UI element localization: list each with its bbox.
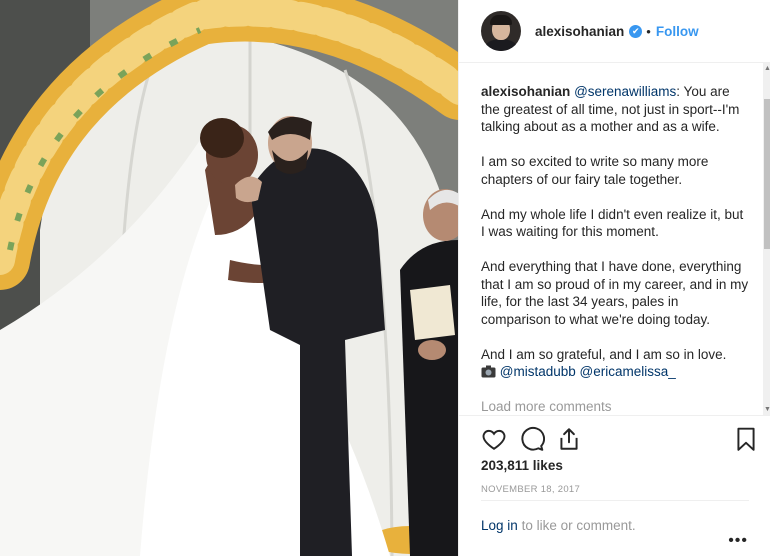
footer-divider (481, 500, 749, 501)
login-prompt: Log in to like or comment. (481, 518, 636, 533)
caption-author-link[interactable]: alexisohanian (481, 84, 570, 99)
scroll-up-arrow-icon[interactable]: ▲ (764, 65, 770, 72)
bookmark-icon[interactable] (733, 426, 759, 452)
post-caption: alexisohanian @serenawilliams: You are t… (481, 83, 749, 383)
comments-scrollbar[interactable]: ▲ ▼ (763, 63, 770, 415)
avatar-body (484, 39, 518, 51)
post-actions (459, 415, 770, 455)
login-prompt-text: to like or comment. (521, 518, 636, 533)
caption-paragraph-1: alexisohanian @serenawilliams: You are t… (481, 83, 749, 136)
caption-paragraph-3: And my whole life I didn't even realize … (481, 206, 744, 240)
header-separator: • (646, 23, 651, 39)
comment-icon[interactable] (519, 426, 545, 452)
post-date[interactable]: NOVEMBER 18, 2017 (481, 484, 580, 495)
scrollbar-thumb[interactable] (764, 99, 770, 249)
verified-badge-icon: ✔ (629, 24, 643, 38)
comments-area[interactable]: alexisohanian @serenawilliams: You are t… (459, 63, 770, 415)
credit-mention-1[interactable]: @mistadubb (500, 364, 576, 379)
caption-text-5: And I am so grateful, and I am so in lov… (481, 346, 727, 362)
heart-icon[interactable] (481, 426, 507, 452)
post-photo[interactable] (0, 0, 458, 556)
camera-icon (481, 365, 496, 383)
share-icon[interactable] (556, 426, 582, 452)
load-more-comments-button[interactable]: Load more comments (481, 399, 612, 414)
caption-paragraph-5: And I am so grateful, and I am so in lov… (481, 346, 749, 383)
likes-count[interactable]: 203,811 likes (481, 458, 563, 473)
avatar[interactable] (481, 11, 521, 51)
username-link[interactable]: alexisohanian (535, 24, 624, 39)
caption-paragraph-4: And everything that I have done, everyth… (481, 259, 749, 327)
follow-button[interactable]: Follow (656, 24, 699, 39)
more-options-icon[interactable]: ••• (728, 532, 748, 550)
post-sidebar: alexisohanian ✔ • Follow alexisohanian @… (458, 0, 770, 556)
credit-mention-2[interactable]: @ericamelissa_ (580, 364, 676, 379)
wedding-photo-illustration (0, 0, 458, 556)
post-header: alexisohanian ✔ • Follow (459, 0, 770, 63)
scroll-down-arrow-icon[interactable]: ▼ (764, 406, 770, 413)
avatar-hair (490, 15, 512, 25)
caption-paragraph-2: I am so excited to write so many more ch… (481, 154, 709, 187)
login-link[interactable]: Log in (481, 518, 518, 533)
caption-mention-link[interactable]: @serenawilliams (574, 84, 676, 99)
